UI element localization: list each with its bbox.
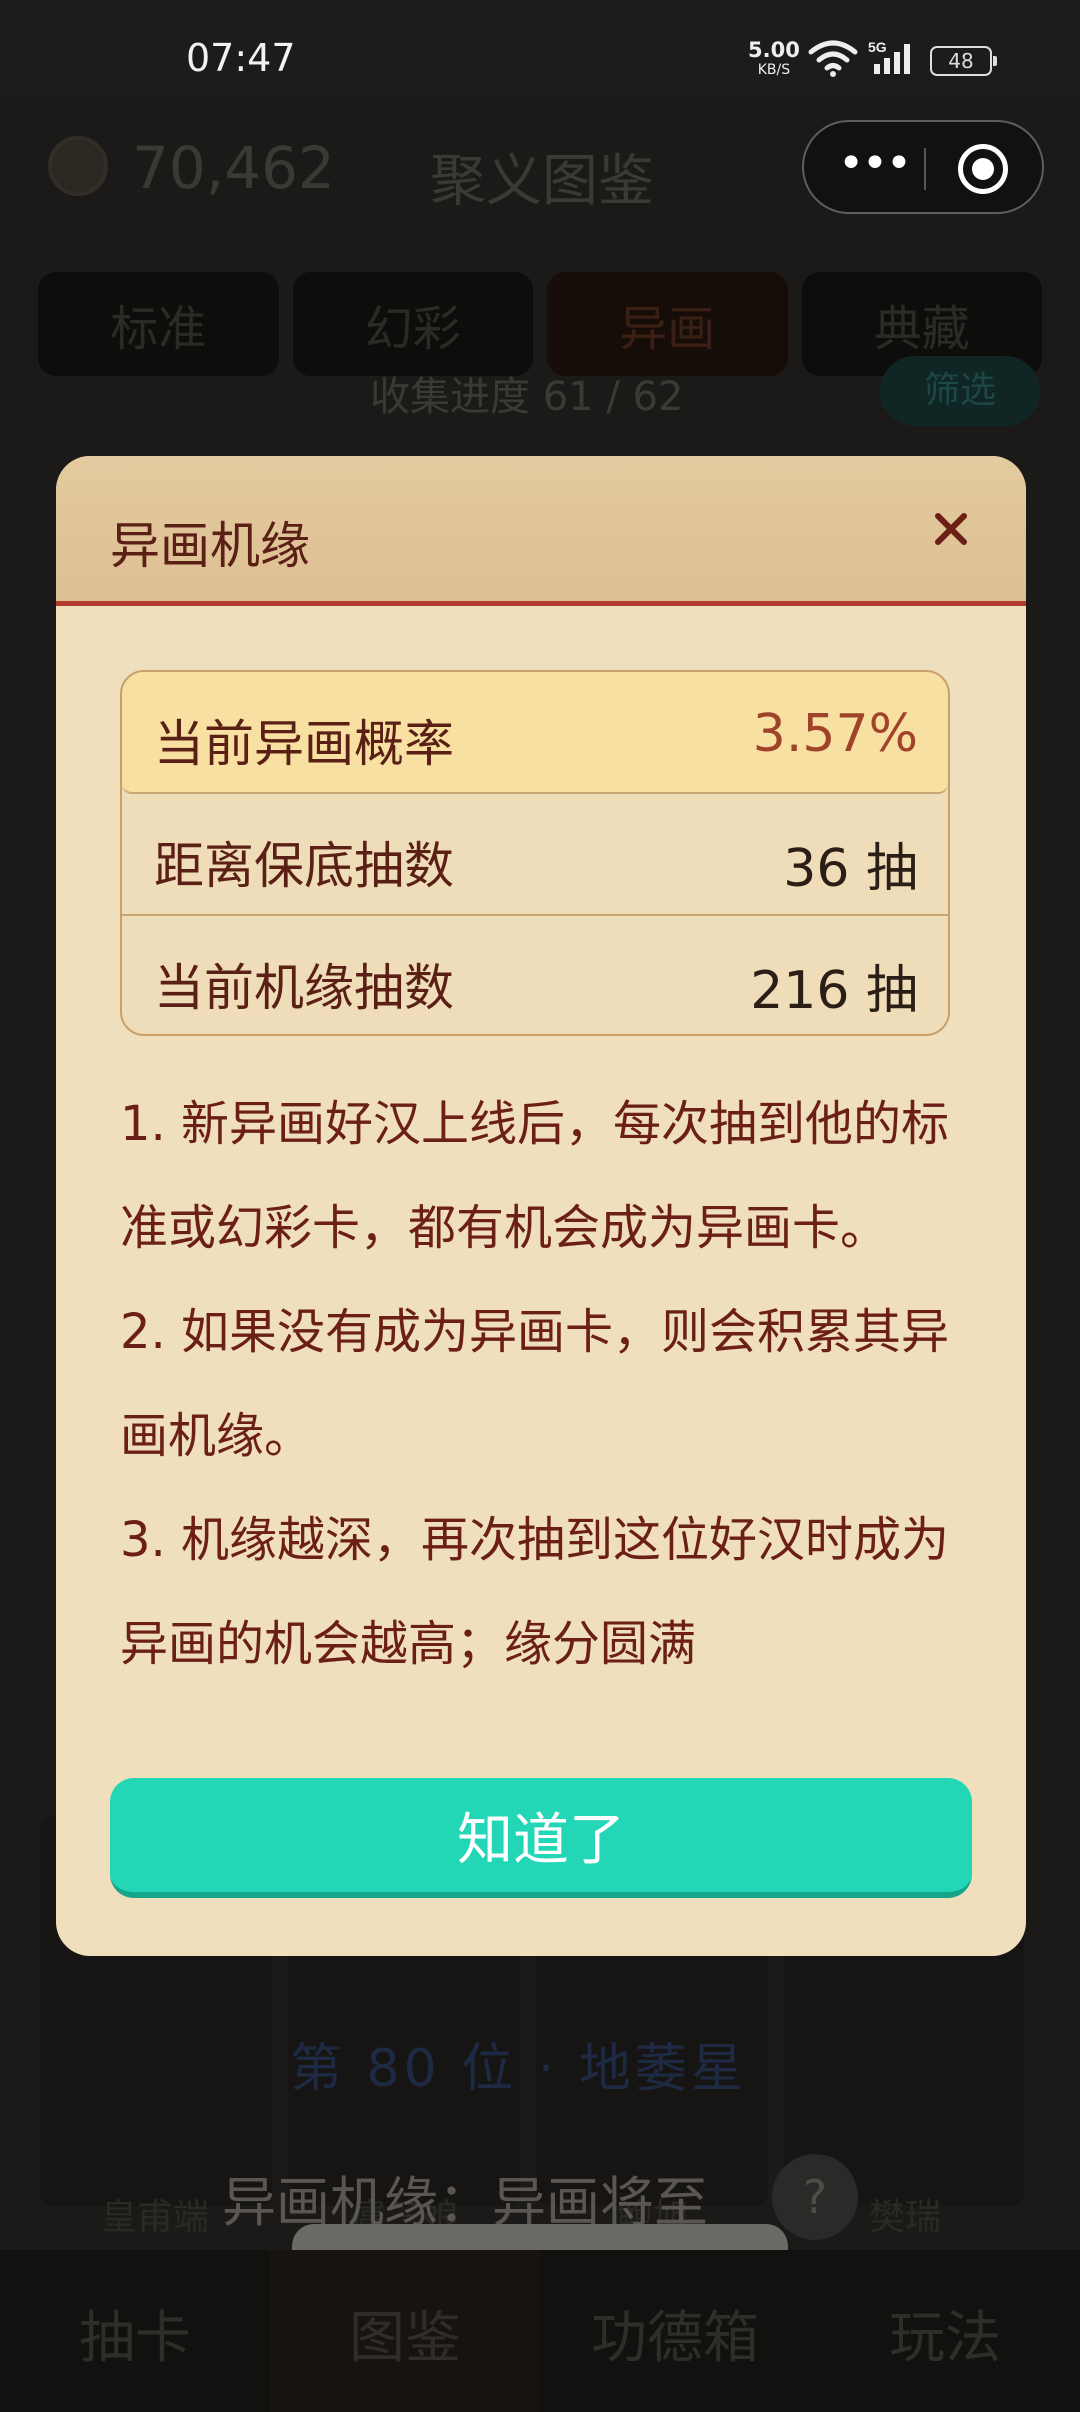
stat-value: 3.57% — [752, 704, 918, 764]
network-speed: 5.00 KB/S — [748, 40, 800, 80]
stat-value: 36 抽 — [783, 839, 918, 899]
page-title: 聚义图鉴 — [430, 149, 654, 214]
stat-label: 当前机缘抽数 — [154, 959, 454, 1017]
coin-balance: 70,462 — [132, 134, 335, 202]
network-type-label: 5G — [868, 39, 887, 55]
help-icon[interactable]: ? — [772, 2154, 858, 2240]
collection-progress: 收集进度 61 / 62 — [370, 374, 684, 420]
acknowledge-button[interactable]: 知道了 — [110, 1778, 972, 1898]
capsule-divider — [924, 148, 926, 190]
selected-rank: 第 80 位 · 地萎星 — [290, 2039, 747, 2099]
card-type-tabs: 标准 幻彩 异画 典藏 — [38, 272, 1042, 376]
rule-text: 1. 新异画好汉上线后，每次抽到他的标准或幻彩卡，都有机会成为异画卡。 — [120, 1096, 950, 1256]
stat-value: 216 抽 — [750, 961, 918, 1021]
filter-button[interactable]: 筛选 — [880, 356, 1040, 426]
dialog-header: 异画机缘 — [56, 456, 1026, 606]
tab-special-art[interactable]: 异画 — [547, 272, 788, 376]
fate-stats: 当前异画概率 3.57% 距离保底抽数 36 抽 当前机缘抽数 216 抽 — [120, 670, 950, 1036]
nav-draw[interactable]: 抽卡 — [0, 2250, 270, 2412]
rules-scroll-area[interactable]: 1. 新异画好汉上线后，每次抽到他的标准或幻彩卡，都有机会成为异画卡。 2. 如… — [120, 1072, 970, 1690]
nav-merit-box[interactable]: 功德箱 — [540, 2250, 810, 2412]
tab-iridescent[interactable]: 幻彩 — [292, 272, 533, 376]
dialog-title: 异画机缘 — [110, 517, 310, 575]
stat-label: 当前异画概率 — [154, 715, 454, 773]
miniapp-capsule: ••• — [802, 120, 1044, 214]
network-speed-value: 5.00 — [748, 38, 800, 62]
more-menu-icon[interactable]: ••• — [834, 142, 914, 190]
close-miniapp-icon[interactable] — [958, 144, 1008, 194]
nav-gameplay[interactable]: 玩法 — [810, 2250, 1080, 2412]
stat-row: 距离保底抽数 36 抽 — [122, 794, 948, 916]
bottom-navigation: 抽卡 图鉴 功德箱 玩法 — [0, 2250, 1080, 2412]
stat-label: 距离保底抽数 — [154, 837, 454, 895]
nav-collection[interactable]: 图鉴 — [270, 2250, 540, 2412]
clock: 07:47 — [186, 36, 296, 80]
stat-row: 当前机缘抽数 216 抽 — [122, 916, 948, 1034]
rule-text: 3. 机缘越深，再次抽到这位好汉时成为异画的机会越高；缘分圆满 — [120, 1512, 950, 1672]
network-speed-unit: KB/S — [757, 62, 791, 78]
fate-dialog: 异画机缘 当前异画概率 3.57% 距离保底抽数 36 抽 当前机缘抽数 216… — [56, 456, 1026, 1956]
rule-text: 2. 如果没有成为异画卡，则会积累其异画机缘。 — [120, 1304, 950, 1464]
wifi-icon — [808, 40, 858, 77]
battery-indicator: 48 — [930, 46, 997, 76]
stat-row: 当前异画概率 3.57% — [122, 672, 948, 794]
coin-icon — [48, 136, 108, 196]
tab-standard[interactable]: 标准 — [38, 272, 279, 376]
close-icon[interactable] — [916, 494, 986, 564]
status-bar: 07:47 5.00 KB/S 5G 48 — [0, 0, 1080, 96]
cellular-signal-icon: 5G — [868, 39, 910, 74]
